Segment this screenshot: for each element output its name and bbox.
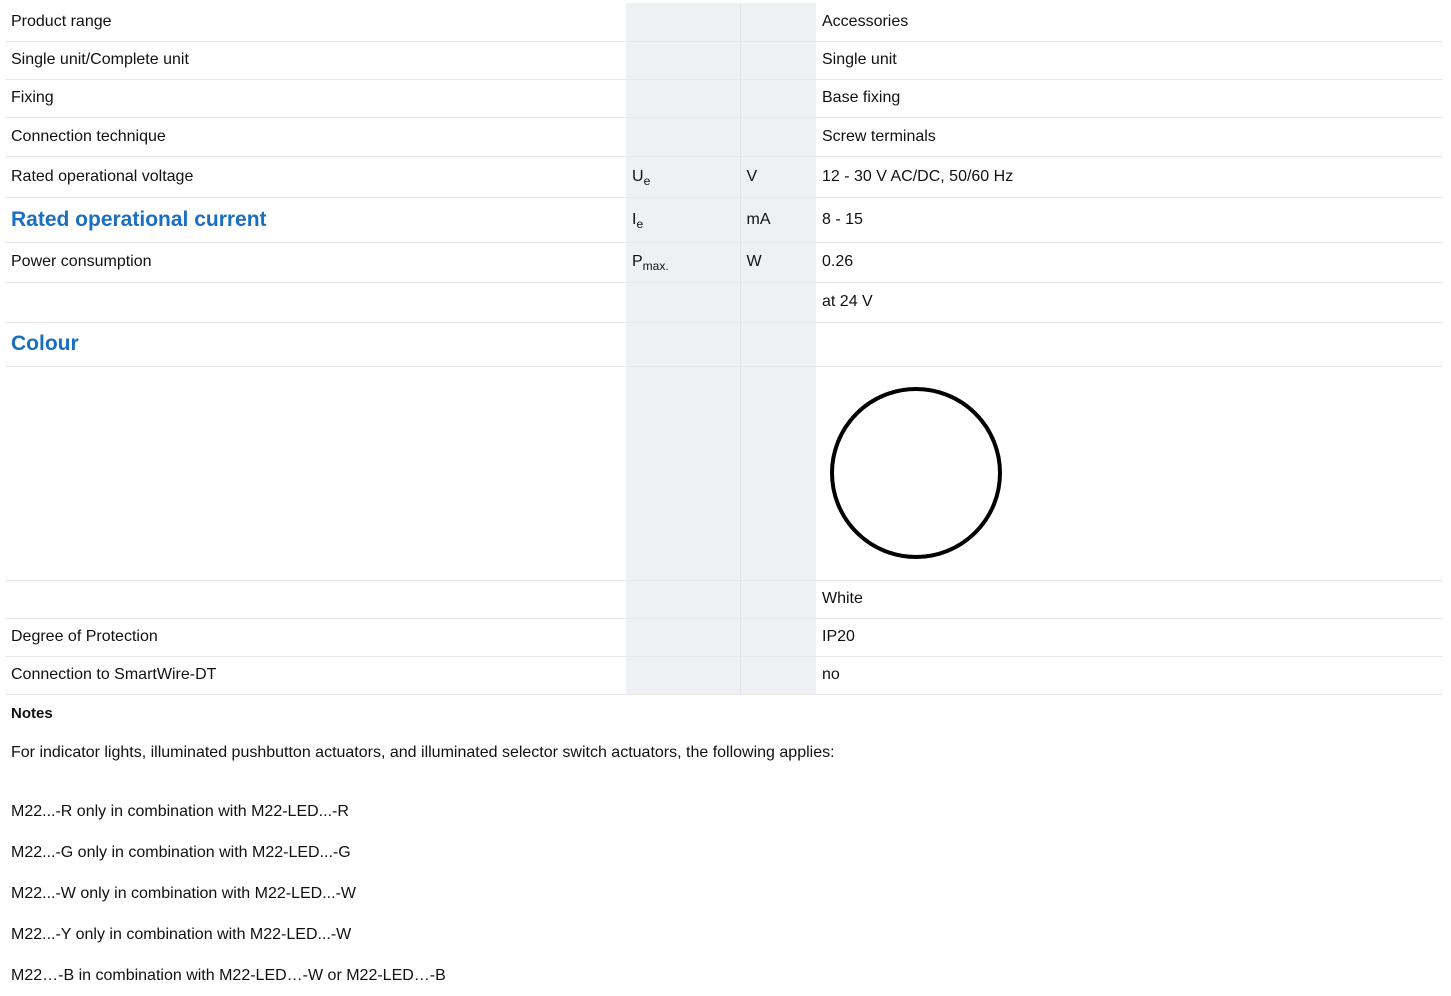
- spec-symbol: [626, 618, 740, 657]
- spec-row-power-consumption: Power consumption Pmax. W 0.26: [5, 242, 1443, 283]
- symbol-main: U: [632, 167, 644, 185]
- spec-unit: mA: [739, 197, 816, 243]
- spec-label: Degree of Protection: [5, 618, 626, 657]
- notes-item: M22...-W only in combination with M22-LE…: [11, 885, 356, 902]
- colour-swatch-circle: [830, 387, 1002, 559]
- spec-symbol: [626, 580, 740, 619]
- spec-unit: V: [739, 156, 816, 198]
- spec-row-fixing: Fixing Base fixing: [5, 79, 1443, 118]
- spec-row-connection-technique: Connection technique Screw terminals: [5, 117, 1443, 157]
- spec-heading-label: Colour: [5, 322, 626, 367]
- spec-unit: [739, 618, 816, 657]
- spec-row-colour-swatch: [5, 366, 1443, 581]
- colour-swatch-cell: [816, 366, 1443, 581]
- spec-unit: [739, 117, 816, 157]
- spec-label: Product range: [5, 3, 626, 42]
- spec-value: Base fixing: [816, 79, 1443, 118]
- notes-heading: Notes: [11, 705, 53, 722]
- spec-label: [5, 366, 626, 581]
- spec-value: 0.26: [816, 242, 1443, 283]
- spec-value: 8 - 15: [816, 197, 1443, 243]
- spec-symbol: Ie: [626, 197, 740, 243]
- spec-row-power-note: at 24 V: [5, 282, 1443, 323]
- spec-unit: [739, 282, 816, 323]
- spec-unit: W: [739, 242, 816, 283]
- spec-row-product-range: Product range Accessories: [5, 3, 1443, 42]
- spec-value: Accessories: [816, 3, 1443, 42]
- spec-label: Single unit/Complete unit: [5, 41, 626, 80]
- spec-symbol: [626, 282, 740, 323]
- spec-unit: [739, 41, 816, 80]
- spec-label: Connection technique: [5, 117, 626, 157]
- spec-value: [816, 322, 1443, 367]
- spec-symbol: [626, 3, 740, 42]
- spec-symbol: [626, 322, 740, 367]
- spec-value: at 24 V: [816, 282, 1443, 323]
- spec-row-rated-voltage: Rated operational voltage Ue V 12 - 30 V…: [5, 156, 1443, 198]
- spec-symbol: [626, 117, 740, 157]
- spec-symbol: [626, 656, 740, 695]
- spec-value: White: [816, 580, 1443, 619]
- symbol-main: P: [632, 253, 643, 270]
- spec-row-degree-of-protection: Degree of Protection IP20: [5, 618, 1443, 657]
- spec-label: Rated operational voltage: [5, 156, 626, 198]
- symbol-subscript: e: [643, 173, 651, 188]
- spec-unit: [739, 656, 816, 695]
- spec-heading-label: Rated operational current: [5, 197, 626, 243]
- symbol-subscript: max.: [642, 259, 669, 273]
- spec-unit: [739, 366, 816, 581]
- spec-table: Product range Accessories Single unit/Co…: [5, 3, 1443, 695]
- spec-value: IP20: [816, 618, 1443, 657]
- spec-symbol: Pmax.: [626, 242, 740, 283]
- spec-label: Connection to SmartWire-DT: [5, 656, 626, 695]
- white-circle-icon: [830, 387, 1002, 559]
- spec-value: 12 - 30 V AC/DC, 50/60 Hz: [816, 156, 1443, 198]
- spec-label: Fixing: [5, 79, 626, 118]
- notes-item: M22...-G only in combination with M22-LE…: [11, 844, 351, 861]
- spec-value: Single unit: [816, 41, 1443, 80]
- spec-row-colour: Colour: [5, 322, 1443, 367]
- spec-unit: [739, 580, 816, 619]
- notes-item: M22…-B in combination with M22-LED…-W or…: [11, 967, 446, 984]
- spec-row-colour-name: White: [5, 580, 1443, 619]
- spec-label: Power consumption: [5, 242, 626, 283]
- spec-unit: [739, 3, 816, 42]
- spec-row-rated-current: Rated operational current Ie mA 8 - 15: [5, 197, 1443, 243]
- spec-row-single-unit: Single unit/Complete unit Single unit: [5, 41, 1443, 80]
- notes-section: Notes For indicator lights, illuminated …: [11, 697, 1431, 996]
- spec-label: [5, 580, 626, 619]
- notes-item: M22...-Y only in combination with M22-LE…: [11, 926, 352, 943]
- spec-row-smartwire: Connection to SmartWire-DT no: [5, 656, 1443, 695]
- spec-symbol: Ue: [626, 156, 740, 198]
- spec-symbol: [626, 366, 740, 581]
- notes-item: M22...-R only in combination with M22-LE…: [11, 803, 349, 820]
- spec-value: Screw terminals: [816, 117, 1443, 157]
- spec-unit: [739, 79, 816, 118]
- spec-unit: [739, 322, 816, 367]
- symbol-subscript: e: [636, 216, 644, 231]
- spec-label: [5, 282, 626, 323]
- notes-intro: For indicator lights, illuminated pushbu…: [11, 744, 835, 761]
- spec-symbol: [626, 41, 740, 80]
- spec-value: no: [816, 656, 1443, 695]
- spec-symbol: [626, 79, 740, 118]
